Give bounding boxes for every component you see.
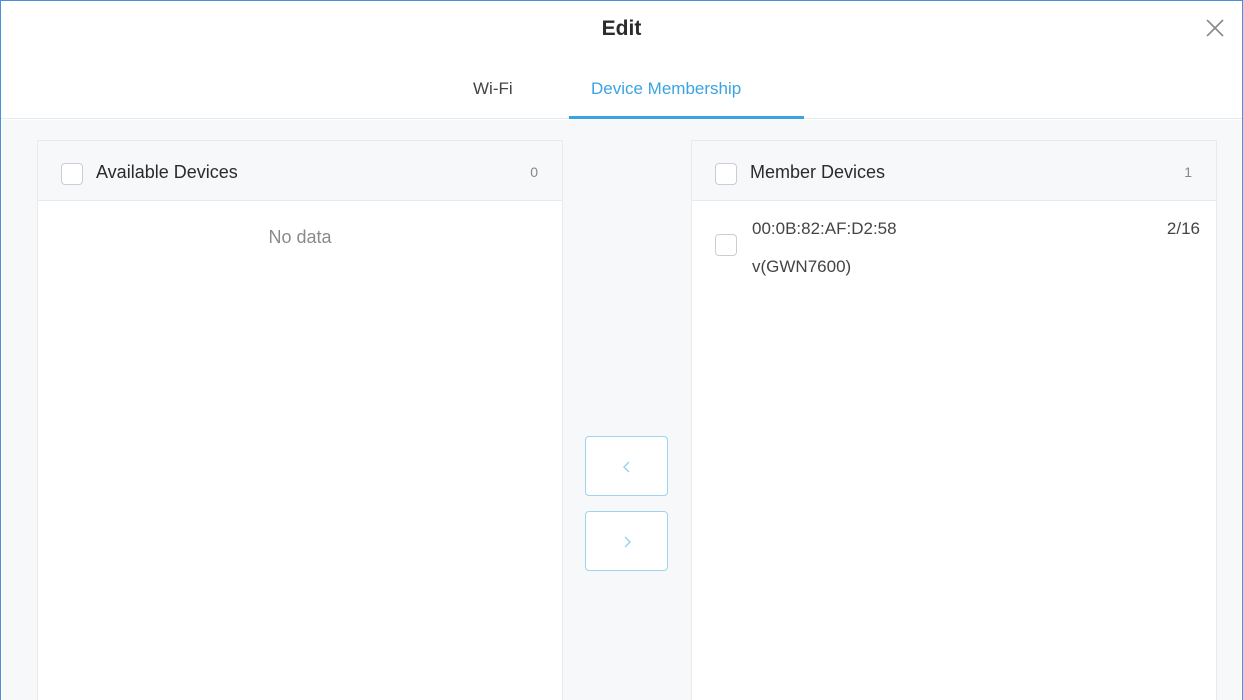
available-devices-count: 0 [530,164,538,180]
member-devices-panel: Member Devices 1 00:0B:82:AF:D2:58 v(GWN… [691,140,1217,700]
device-mac: 00:0B:82:AF:D2:58 [752,219,897,238]
transfer-area: Available Devices 0 No data Member Devic… [2,120,1241,700]
active-tab-indicator [569,116,804,119]
tab-bar: Wi-Fi Device Membership [1,61,1242,119]
available-devices-panel: Available Devices 0 No data [37,140,563,700]
member-devices-header: Member Devices 1 [692,141,1216,201]
edit-dialog: Edit Wi-Fi Device Membership Available D… [0,0,1243,700]
close-icon [1206,19,1224,37]
chevron-left-icon [622,461,630,473]
empty-state-text: No data [268,227,332,247]
move-to-member-button[interactable] [585,511,668,571]
dialog-title: Edit [601,17,642,40]
available-devices-title: Available Devices [96,162,238,182]
device-checkbox[interactable] [715,234,737,256]
move-to-available-button[interactable] [585,436,668,496]
tab-wifi[interactable]: Wi-Fi [473,79,513,119]
close-button[interactable] [1204,17,1226,39]
available-devices-header: Available Devices 0 [38,141,562,201]
list-item[interactable]: 00:0B:82:AF:D2:58 v(GWN7600) 2/16 [692,201,1216,291]
device-model: v(GWN7600) [752,257,852,276]
select-all-member-checkbox[interactable] [715,163,737,185]
chevron-right-icon [624,536,632,548]
member-devices-title: Member Devices [750,162,886,182]
dialog-header: Edit [1,1,1242,61]
select-all-available-checkbox[interactable] [61,163,83,185]
member-devices-count: 1 [1184,164,1192,180]
device-ssid-count: 2/16 [1166,219,1200,238]
tab-device-membership[interactable]: Device Membership [591,79,741,119]
